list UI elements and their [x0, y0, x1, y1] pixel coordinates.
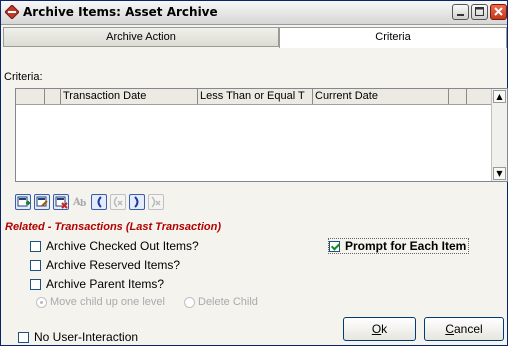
tab-criteria[interactable]: Criteria — [279, 27, 507, 48]
prompt-for-each-item-checkbox[interactable]: Prompt for Each Item — [328, 238, 470, 254]
radio-dot — [184, 296, 195, 308]
checkbox-label: No User-Interaction — [34, 330, 139, 344]
checkbox-label: Prompt for Each Item — [345, 239, 467, 253]
add-criteria-icon[interactable] — [15, 194, 31, 210]
remove-open-parenthesis-icon — [110, 194, 126, 210]
archive-checked-out-checkbox[interactable]: Archive Checked Out Items? — [30, 239, 199, 253]
remove-close-parenthesis-icon — [148, 194, 164, 210]
checkbox-label: Archive Parent Items? — [46, 277, 165, 291]
column-header-blank-3 — [448, 89, 466, 104]
column-header-transaction-date[interactable]: Transaction Date — [60, 89, 197, 104]
cancel-button[interactable]: Cancel — [424, 317, 504, 341]
scroll-down-arrow-icon[interactable]: ▼ — [493, 167, 506, 180]
svg-text:b: b — [80, 199, 86, 208]
archive-parent-checkbox[interactable]: Archive Parent Items? — [30, 277, 164, 291]
column-header-current-date[interactable]: Current Date — [312, 89, 448, 104]
delete-child-radio: Delete Child — [184, 296, 258, 308]
ok-label-rest: k — [381, 322, 388, 336]
radio-dot — [36, 296, 47, 308]
maximize-icon — [475, 7, 484, 16]
scroll-up-arrow-icon[interactable]: ▲ — [493, 90, 506, 103]
cancel-label-rest: ancel — [453, 322, 483, 336]
column-header-blank-4 — [466, 89, 492, 104]
tab-archive-action[interactable]: Archive Action — [3, 27, 279, 47]
checkbox-box[interactable] — [30, 240, 41, 252]
archive-reserved-checkbox[interactable]: Archive Reserved Items? — [30, 258, 180, 272]
minimize-button[interactable] — [452, 4, 469, 20]
maximize-button[interactable] — [471, 4, 488, 20]
criteria-label: Criteria: — [4, 71, 43, 83]
close-icon — [494, 7, 503, 16]
ok-button[interactable]: Ok — [343, 317, 416, 341]
delete-criteria-icon[interactable] — [53, 194, 69, 210]
column-header-blank-2 — [44, 89, 60, 104]
open-parenthesis-icon[interactable] — [91, 194, 107, 210]
checkbox-box[interactable] — [30, 259, 41, 271]
minimize-icon — [457, 14, 464, 16]
radio-label: Move child up one level — [50, 296, 165, 308]
close-parenthesis-icon[interactable] — [129, 194, 145, 210]
window-title: Archive Items: Asset Archive — [23, 5, 218, 19]
related-transactions-title: Related - Transactions (Last Transaction… — [5, 221, 221, 233]
checkbox-box[interactable] — [30, 278, 41, 290]
title-bar: Archive Items: Asset Archive — [1, 1, 507, 25]
no-user-interaction-checkbox[interactable]: No User-Interaction — [18, 330, 138, 344]
edit-criteria-icon[interactable] — [34, 194, 50, 210]
checkbox-label: Archive Reserved Items? — [46, 258, 181, 272]
radio-label: Delete Child — [198, 296, 258, 308]
checkbox-box[interactable] — [329, 240, 340, 252]
close-button[interactable] — [490, 4, 507, 20]
criteria-grid-header: Transaction Date Less Than or Equal T Cu… — [16, 89, 507, 105]
column-header-operator[interactable]: Less Than or Equal T — [197, 89, 312, 104]
text-format-icon: Ab — [72, 194, 88, 210]
checkbox-box[interactable] — [18, 331, 29, 343]
move-child-up-radio: Move child up one level — [36, 296, 165, 308]
ok-mnemonic: O — [371, 322, 382, 336]
criteria-grid[interactable]: Transaction Date Less Than or Equal T Cu… — [15, 88, 508, 182]
app-diamond-icon — [5, 5, 19, 19]
cancel-mnemonic: C — [445, 322, 454, 336]
tab-bar: Archive Action Criteria — [3, 27, 507, 48]
column-header-blank-1 — [16, 89, 44, 104]
archive-items-dialog: Archive Items: Asset Archive Archive Act… — [0, 0, 508, 346]
checkbox-label: Archive Checked Out Items? — [46, 239, 199, 253]
criteria-vertical-scrollbar[interactable]: ▲ ▼ — [491, 89, 507, 181]
